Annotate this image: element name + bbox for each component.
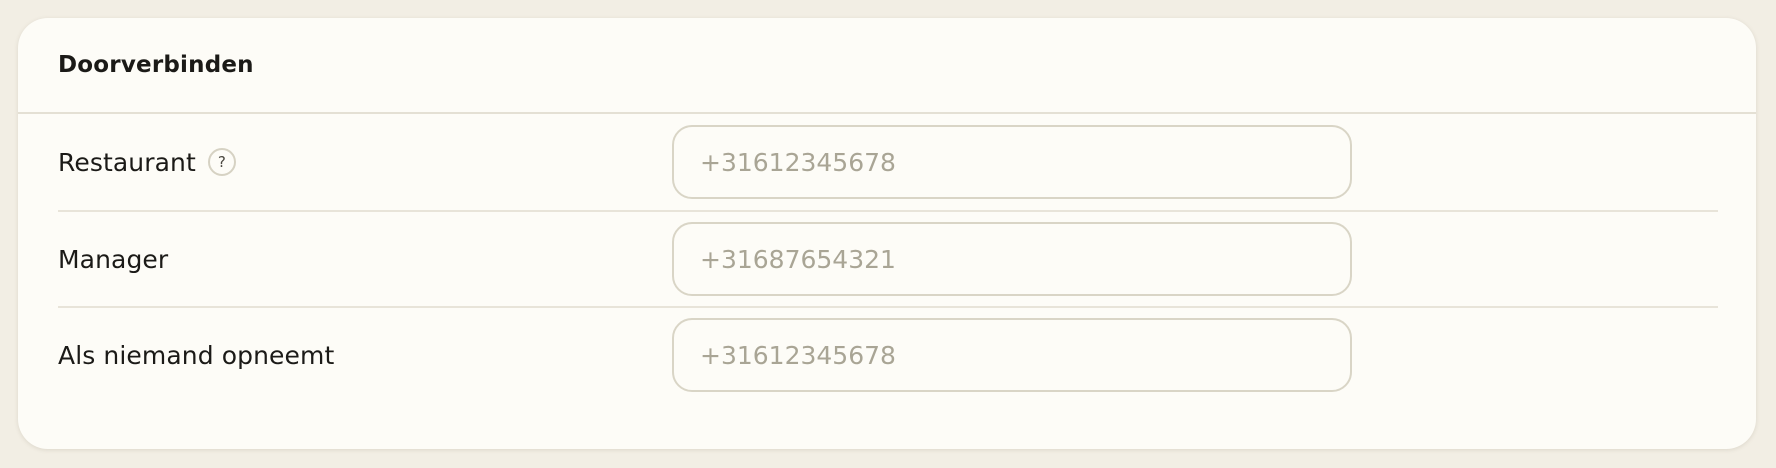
fallback-label: Als niemand opneemt (58, 340, 335, 370)
section-title: Doorverbinden (58, 52, 254, 78)
help-icon[interactable]: ? (207, 148, 236, 176)
form-row-manager: Manager (58, 210, 1718, 306)
restaurant-phone-input[interactable] (672, 125, 1352, 199)
row-label-fallback: Als niemand opneemt (58, 341, 672, 370)
row-label-restaurant: Restaurant ? (58, 148, 672, 177)
manager-label: Manager (58, 244, 169, 274)
card-header: Doorverbinden (18, 18, 1756, 114)
restaurant-label: Restaurant (58, 147, 196, 177)
call-forwarding-card: Doorverbinden Restaurant ? Manager Als n… (18, 18, 1756, 449)
form-row-restaurant: Restaurant ? (58, 114, 1718, 210)
fallback-phone-input[interactable] (672, 318, 1352, 392)
form-row-fallback: Als niemand opneemt (58, 306, 1718, 402)
forwarding-rows: Restaurant ? Manager Als niemand opneemt (18, 114, 1756, 402)
row-label-manager: Manager (58, 245, 672, 274)
manager-phone-input[interactable] (672, 222, 1352, 296)
